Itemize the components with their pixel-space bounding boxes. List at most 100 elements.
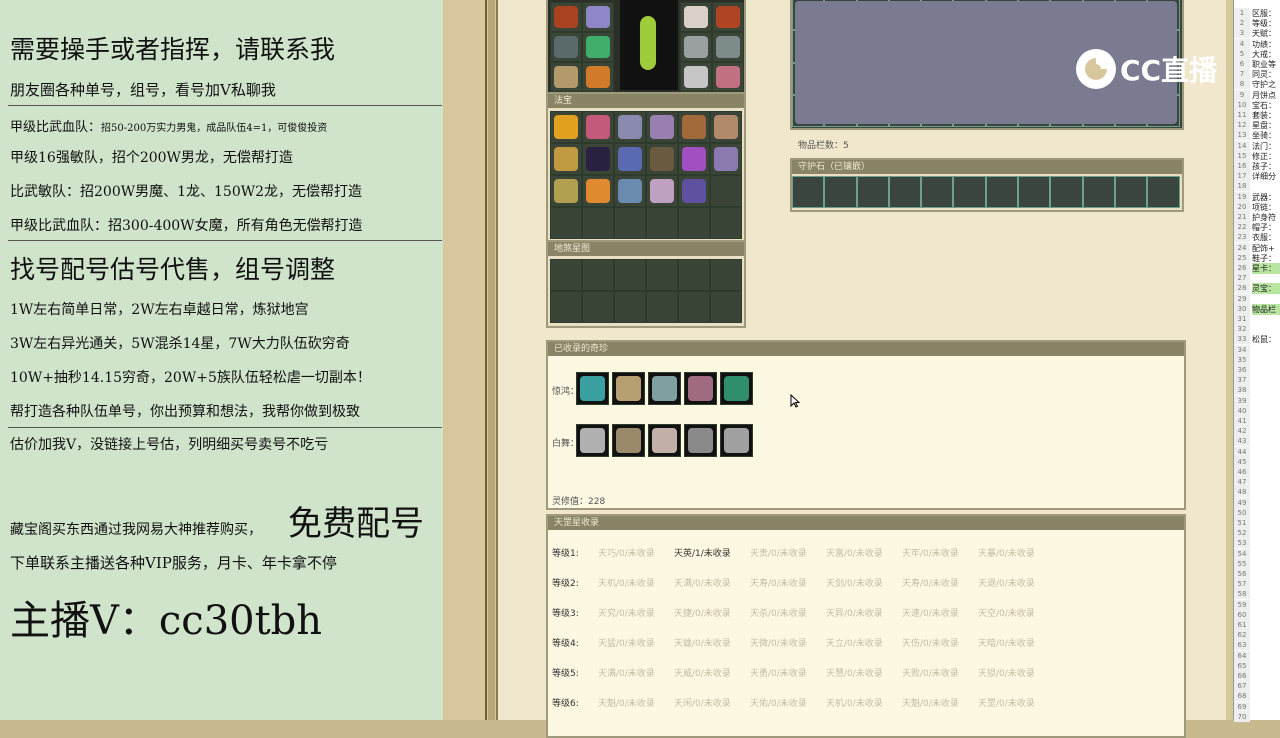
row-number: 27 — [1234, 273, 1250, 284]
inventory-slot[interactable] — [550, 291, 582, 323]
star-entry: 天闲/0/未收录 — [674, 699, 731, 709]
item-icon — [618, 115, 642, 139]
inventory-slot[interactable] — [710, 143, 742, 175]
treasure-item[interactable] — [684, 424, 717, 457]
inventory-slot[interactable] — [1018, 176, 1051, 208]
inventory-slot[interactable] — [1050, 176, 1083, 208]
inventory-slot[interactable] — [921, 176, 954, 208]
inventory-slot[interactable] — [710, 259, 742, 291]
row-number: 62 — [1234, 630, 1250, 641]
equip-slot[interactable] — [680, 62, 712, 92]
equip-slot[interactable] — [582, 62, 614, 92]
inventory-slot[interactable] — [614, 143, 646, 175]
inventory-slot[interactable] — [678, 291, 710, 323]
promo-line: 1W左右简单日常，2W左右卓越日常，炼狱地宫 — [10, 302, 309, 318]
star-entry: 天损/0/未收录 — [978, 669, 1035, 679]
inventory-slot[interactable] — [824, 176, 857, 208]
inventory-slot[interactable] — [550, 207, 582, 239]
row-number: 6 — [1234, 59, 1250, 69]
treasure-item[interactable] — [648, 372, 681, 405]
row-number: 29 — [1234, 293, 1250, 304]
sheet-cell[interactable]: 松鼠： — [1252, 334, 1280, 345]
inventory-slot[interactable] — [582, 207, 614, 239]
inventory-slot[interactable] — [614, 207, 646, 239]
inventory-slot[interactable] — [710, 291, 742, 323]
inventory-slot[interactable] — [710, 111, 742, 143]
equip-slot[interactable] — [712, 2, 744, 32]
row-number: 54 — [1234, 548, 1250, 559]
star-entry: 天空/0/未收录 — [978, 609, 1035, 619]
inventory-slot[interactable] — [1147, 176, 1180, 208]
treasure-item[interactable] — [648, 424, 681, 457]
game-inventory-window: 法宝 地煞星图 物品栏数：5 守护石（已镶嵌） 已收录的奇珍 惊鸿： 白舞： 灵… — [496, 0, 1226, 738]
inventory-slot[interactable] — [646, 259, 678, 291]
inventory-slot[interactable] — [1082, 176, 1115, 208]
inventory-slot[interactable] — [646, 291, 678, 323]
promo-line: 藏宝阁买东西通过我网易大神推荐购买， — [10, 522, 262, 538]
equip-slot[interactable] — [582, 32, 614, 62]
inventory-slot[interactable] — [614, 259, 646, 291]
tier-label: 等级1: — [552, 549, 579, 559]
star-entry: 天雄/0/未收录 — [674, 639, 731, 649]
inventory-slot[interactable] — [856, 176, 889, 208]
equip-slot[interactable] — [712, 62, 744, 92]
inventory-slot[interactable] — [678, 207, 710, 239]
inventory-slot[interactable] — [646, 175, 678, 207]
equip-slot[interactable] — [550, 62, 582, 92]
treasure-item[interactable] — [576, 424, 609, 457]
inventory-slot[interactable] — [646, 111, 678, 143]
equip-slot[interactable] — [680, 32, 712, 62]
treasure-item[interactable] — [576, 372, 609, 405]
inventory-slot[interactable] — [614, 175, 646, 207]
inventory-slot[interactable] — [582, 259, 614, 291]
treasure-item[interactable] — [684, 372, 717, 405]
inventory-slot[interactable] — [614, 111, 646, 143]
inventory-slot[interactable] — [710, 175, 742, 207]
equip-slot[interactable] — [582, 2, 614, 32]
inventory-slot[interactable] — [678, 143, 710, 175]
inventory-slot[interactable] — [888, 176, 922, 208]
divider — [8, 105, 442, 106]
equip-slot[interactable] — [680, 2, 712, 32]
inventory-slot[interactable] — [678, 175, 710, 207]
tier-label: 等级3: — [552, 609, 579, 619]
star-entry: 天威/0/未收录 — [674, 669, 731, 679]
inventory-slot[interactable] — [582, 111, 614, 143]
inventory-slot[interactable] — [646, 143, 678, 175]
inventory-slot[interactable] — [678, 259, 710, 291]
star-entry: 天微/0/未收录 — [750, 639, 807, 649]
treasure-item[interactable] — [612, 372, 645, 405]
equip-slot[interactable] — [550, 2, 582, 32]
inventory-slot[interactable] — [985, 176, 1019, 208]
treasure-item[interactable] — [720, 372, 753, 405]
inventory-slot[interactable] — [953, 176, 986, 208]
promo-panel: 需要操手或者指挥，请联系我 朋友圈各种单号，组号，看号加V私聊我 甲级比武血队：… — [0, 0, 443, 720]
inventory-slot[interactable] — [582, 175, 614, 207]
inventory-slot[interactable] — [550, 175, 582, 207]
row-number: 57 — [1234, 579, 1250, 590]
equip-slot[interactable] — [550, 32, 582, 62]
row-number: 66 — [1234, 671, 1250, 681]
inventory-slot[interactable] — [582, 143, 614, 175]
row-number: 68 — [1234, 691, 1250, 702]
inventory-slot[interactable] — [710, 207, 742, 239]
equip-grid-right — [680, 2, 744, 92]
inventory-slot[interactable] — [550, 143, 582, 175]
inventory-slot[interactable] — [582, 291, 614, 323]
treasure-item[interactable] — [612, 424, 645, 457]
inventory-slot[interactable] — [678, 111, 710, 143]
inventory-slot[interactable] — [792, 176, 825, 208]
treasure-item[interactable] — [720, 424, 753, 457]
inventory-slot[interactable] — [614, 291, 646, 323]
inventory-slot[interactable] — [795, 0, 1177, 125]
row-number: 35 — [1234, 354, 1250, 365]
inventory-slot[interactable] — [646, 207, 678, 239]
inventory-slot[interactable] — [1114, 176, 1148, 208]
item-icon — [650, 147, 674, 171]
collected-panel: 已收录的奇珍 惊鸿： 白舞： 灵修值：228 — [546, 340, 1186, 510]
inventory-slot[interactable] — [550, 259, 582, 291]
equip-slot[interactable] — [712, 32, 744, 62]
star-entry: 天立/0/未收录 — [826, 639, 883, 649]
inventory-slot[interactable] — [550, 111, 582, 143]
row-number: 38 — [1234, 385, 1250, 396]
